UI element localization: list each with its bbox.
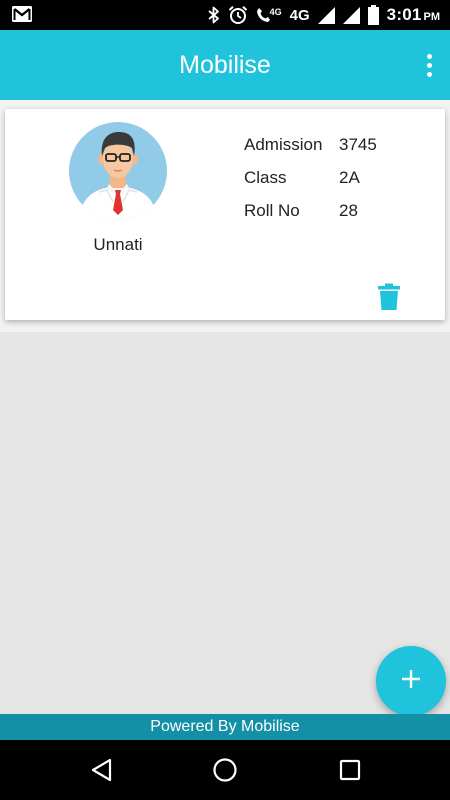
signal-icon bbox=[317, 6, 335, 24]
plus-icon bbox=[400, 668, 422, 695]
gmail-icon bbox=[12, 6, 32, 27]
alarm-icon bbox=[228, 5, 248, 25]
roll-no-value: 28 bbox=[339, 201, 358, 220]
clock-suffix: PM bbox=[423, 11, 441, 23]
status-clock: 3:01 PM bbox=[387, 5, 440, 25]
navigation-bar bbox=[0, 740, 450, 800]
class-value: 2A bbox=[339, 168, 360, 187]
bluetooth-icon bbox=[208, 6, 220, 24]
volte-call-icon: 4G bbox=[256, 7, 282, 23]
roll-no-label: Roll No bbox=[244, 201, 300, 220]
status-bar: 4G 4G 3:01 PM bbox=[0, 0, 450, 30]
powered-by-footer: Powered By Mobilise bbox=[0, 714, 450, 740]
class-label: Class bbox=[244, 168, 287, 187]
back-icon[interactable] bbox=[86, 755, 116, 785]
call-network-label: 4G bbox=[269, 7, 282, 17]
student-card[interactable]: Unnati Admission 3745 Class 2A Roll No 2… bbox=[5, 109, 445, 320]
clock-time: 3:01 bbox=[386, 5, 422, 24]
student-list: Unnati Admission 3745 Class 2A Roll No 2… bbox=[0, 100, 450, 714]
network-type-label: 4G bbox=[289, 6, 310, 24]
trash-icon[interactable] bbox=[377, 283, 401, 311]
recents-icon[interactable] bbox=[335, 755, 365, 785]
overflow-menu-icon[interactable] bbox=[418, 50, 440, 80]
admission-label: Admission bbox=[244, 135, 323, 154]
app-title: Mobilise bbox=[179, 51, 271, 79]
student-avatar-icon bbox=[69, 122, 167, 220]
add-student-button[interactable] bbox=[376, 646, 446, 716]
home-icon[interactable] bbox=[210, 755, 240, 785]
battery-icon bbox=[367, 5, 379, 25]
student-name: Unnati bbox=[93, 235, 143, 254]
signal-icon bbox=[342, 6, 360, 24]
app-bar: Mobilise bbox=[0, 30, 450, 100]
admission-value: 3745 bbox=[339, 135, 377, 154]
